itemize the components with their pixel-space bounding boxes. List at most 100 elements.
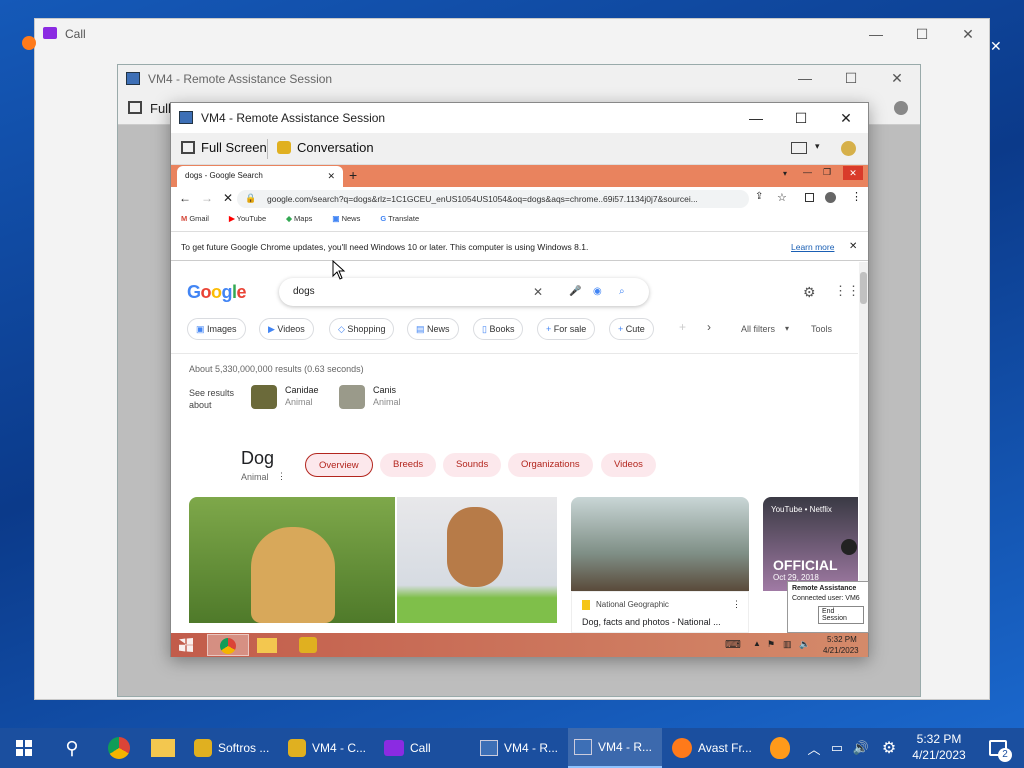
- call-title-bar[interactable]: Call — ☐ ✕: [35, 19, 989, 49]
- end-session-button[interactable]: End Session: [818, 606, 864, 624]
- bookmark-translate[interactable]: G Translate: [380, 214, 425, 223]
- back-icon[interactable]: ←: [179, 191, 191, 205]
- chip-images[interactable]: ▣ Images: [187, 318, 246, 340]
- side-panel-icon[interactable]: [805, 193, 814, 202]
- chevron-down-icon[interactable]: ▾: [815, 141, 820, 152]
- ra-back-title-bar[interactable]: VM4 - Remote Assistance Session — ☐ ✕: [118, 65, 920, 93]
- restore-icon[interactable]: ❐: [823, 167, 831, 178]
- google-logo[interactable]: Google: [187, 282, 247, 303]
- clear-icon[interactable]: ✕: [533, 278, 543, 306]
- taskbar-item-call[interactable]: Call: [378, 728, 466, 768]
- flag-icon[interactable]: ⚑: [767, 639, 775, 650]
- bookmark-star-icon[interactable]: ☆: [777, 191, 787, 204]
- more-options-icon[interactable]: ⋮: [277, 471, 286, 482]
- conversation-button[interactable]: Conversation: [277, 140, 374, 155]
- vpn-shield-taskbar-button[interactable]: [764, 728, 796, 768]
- close-icon[interactable]: ✕: [849, 232, 857, 262]
- chip-for-sale[interactable]: + For sale: [537, 318, 596, 340]
- minimize-icon[interactable]: —: [853, 19, 899, 49]
- chip-more-icon[interactable]: +: [679, 320, 686, 334]
- close-icon[interactable]: ✕: [874, 63, 920, 93]
- file-explorer-icon[interactable]: [257, 638, 277, 653]
- taskbar-item-avast[interactable]: Avast Fr...: [668, 728, 756, 768]
- search-input[interactable]: dogs ✕ 🎤 ◉ ⌕: [279, 278, 649, 306]
- tab-google-search[interactable]: dogs - Google Search ✕: [177, 166, 343, 187]
- learn-more-link[interactable]: Learn more: [791, 232, 834, 262]
- network-icon[interactable]: ▭: [826, 728, 848, 768]
- chip-cute[interactable]: + Cute: [609, 318, 654, 340]
- bookmark-news[interactable]: ▣ News: [332, 214, 366, 223]
- tray-chevron-icon[interactable]: ︿: [804, 728, 824, 768]
- network-icon[interactable]: ▥: [783, 639, 792, 650]
- search-icon[interactable]: ⌕: [619, 278, 625, 306]
- maximize-icon[interactable]: ☐: [778, 103, 824, 133]
- maximize-icon[interactable]: ☐: [899, 19, 945, 49]
- share-icon[interactable]: ⇪: [755, 191, 763, 202]
- chat-icon[interactable]: [299, 637, 317, 653]
- kp-tab-overview[interactable]: Overview: [305, 453, 373, 477]
- scrollbar-thumb[interactable]: [860, 272, 867, 304]
- profile-avatar[interactable]: [825, 192, 836, 203]
- collie-image[interactable]: [571, 497, 749, 591]
- search-icon[interactable]: ⚲: [48, 728, 96, 768]
- apps-grid-icon[interactable]: ⋮⋮: [834, 283, 860, 299]
- tab-search-icon[interactable]: ▾: [783, 169, 787, 178]
- bookmark-maps[interactable]: ◆ Maps: [286, 214, 318, 223]
- taskbar-item-vm4-conversation[interactable]: VM4 - C...: [282, 728, 372, 768]
- forward-icon[interactable]: →: [201, 191, 213, 205]
- kp-tab-sounds[interactable]: Sounds: [443, 453, 502, 477]
- taskbar-item-vm4-ra-1[interactable]: VM4 - R...: [474, 728, 562, 768]
- chip-videos[interactable]: ▶ Videos: [259, 318, 314, 340]
- taskbar-item-vm4-ra-2[interactable]: VM4 - R...: [568, 728, 662, 768]
- more-options-icon[interactable]: ⋮: [732, 599, 741, 610]
- bookmark-youtube[interactable]: ▶ YouTube: [229, 214, 272, 223]
- remote-clock-date[interactable]: 4/21/2023: [823, 646, 859, 655]
- camera-search-icon[interactable]: ◉: [593, 278, 602, 306]
- lock-icon[interactable]: 🔒: [245, 193, 256, 204]
- ra-front-title-bar[interactable]: VM4 - Remote Assistance Session — ☐ ✕: [171, 103, 868, 133]
- gear-icon[interactable]: ⚙: [803, 284, 816, 301]
- youtube-video-thumbnail[interactable]: YouTube • Netflix OFFICIAL Oct 29, 2018: [763, 497, 858, 591]
- golden-retriever-image[interactable]: [189, 497, 395, 623]
- kp-tab-breeds[interactable]: Breeds: [380, 453, 437, 477]
- chip-books[interactable]: ▯ Books: [473, 318, 524, 340]
- fullscreen-button[interactable]: Full Screen: [181, 140, 267, 155]
- all-filters-button[interactable]: All filters: [741, 324, 775, 334]
- screen-icon[interactable]: [791, 142, 807, 154]
- tray-chevron-icon[interactable]: ▲: [753, 639, 761, 648]
- settings-icon[interactable]: [894, 101, 908, 115]
- remote-clock-time[interactable]: 5:32 PM: [827, 635, 857, 644]
- chrome-taskbar-button[interactable]: [96, 728, 142, 768]
- chip-shopping[interactable]: ◇ Shopping: [329, 318, 395, 340]
- taskbar-item-softros[interactable]: Softros ...: [188, 728, 276, 768]
- bookmark-gmail[interactable]: M Gmail: [181, 214, 215, 223]
- file-explorer-taskbar-button[interactable]: [142, 728, 184, 768]
- taskbar-clock[interactable]: 5:32 PM 4/21/2023: [906, 731, 972, 763]
- page-scrollbar[interactable]: [859, 262, 868, 633]
- play-icon[interactable]: [841, 539, 857, 555]
- close-icon[interactable]: ✕: [945, 19, 991, 49]
- chip-news[interactable]: ▤ News: [407, 318, 459, 340]
- microphone-icon[interactable]: 🎤: [569, 278, 581, 306]
- close-icon[interactable]: ✕: [843, 166, 863, 180]
- close-tab-icon[interactable]: ✕: [327, 171, 335, 182]
- new-tab-icon[interactable]: +: [349, 167, 357, 183]
- maximize-icon[interactable]: ☐: [828, 63, 874, 93]
- kp-tab-organizations[interactable]: Organizations: [508, 453, 593, 477]
- keyboard-icon[interactable]: ⌨: [725, 638, 741, 651]
- avast-desktop-icon[interactable]: [22, 36, 36, 50]
- windows-start-icon[interactable]: [179, 638, 193, 652]
- start-button[interactable]: [0, 728, 48, 768]
- minimize-icon[interactable]: —: [803, 167, 812, 177]
- ra-back-fullscreen-button[interactable]: Full: [150, 101, 171, 116]
- tools-button[interactable]: Tools: [811, 324, 832, 334]
- notification-center-button[interactable]: 2: [978, 728, 1018, 768]
- address-bar[interactable]: google.com/search?q=dogs&rlz=1C1GCEU_enU…: [237, 190, 749, 208]
- close-icon[interactable]: ✕: [990, 38, 1002, 55]
- chrome-taskbar-button[interactable]: [207, 634, 249, 656]
- poodle-image[interactable]: [397, 497, 557, 623]
- minimize-icon[interactable]: —: [782, 63, 828, 93]
- gear-icon[interactable]: ⚙: [876, 728, 902, 768]
- source-card[interactable]: National Geographic ⋮ Dog, facts and pho…: [571, 591, 749, 633]
- kp-tab-videos[interactable]: Videos: [601, 453, 656, 477]
